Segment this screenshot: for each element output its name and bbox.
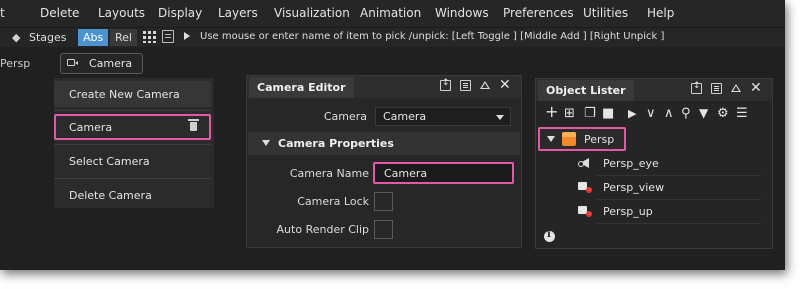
duplicate-icon[interactable]: ❐ — [584, 107, 596, 120]
chevron-down-icon — [496, 115, 504, 120]
camera-dropdown-menu: Create New Camera Camera Select Camera D… — [54, 78, 214, 208]
menu-item-layouts[interactable]: Layouts — [98, 6, 145, 20]
menu-item-utilities[interactable]: Utilities — [583, 6, 628, 20]
create-new-camera-label: Create New Camera — [69, 88, 180, 101]
menu-item-layers[interactable]: Layers — [218, 6, 258, 20]
panel-menu-icon[interactable] — [460, 80, 471, 91]
delete-camera-item[interactable]: Delete Camera — [54, 182, 211, 208]
menu-divider — [54, 144, 211, 145]
camera-target-icon — [578, 181, 593, 193]
cube-icon: ◆ — [12, 31, 21, 44]
panel-menu-icon[interactable] — [711, 83, 722, 94]
object-lister-toolbar: + ⊞ ❐ ■ ▶ ∨ ∧ ⚲ ▼ ⚙ ☰ — [536, 103, 772, 125]
menu-bar: t Delete Layouts Display Layers Visualiz… — [0, 0, 785, 27]
cube-icon — [562, 132, 576, 146]
camera-menu-button[interactable]: Camera — [60, 53, 143, 74]
delete-icon[interactable]: ■ — [602, 107, 614, 120]
chevron-up-icon[interactable]: ∧ — [664, 107, 674, 120]
menu-divider — [54, 110, 211, 111]
trash-icon[interactable] — [188, 119, 199, 131]
viewport-persp-label: Persp — [0, 57, 31, 70]
camera-editor-tab[interactable]: Camera Editor — [249, 77, 354, 98]
object-lister-tab[interactable]: Object Lister — [538, 80, 634, 101]
menu-divider — [54, 178, 211, 179]
resize-vertical-icon[interactable] — [440, 78, 451, 91]
close-icon[interactable]: ✕ — [750, 80, 762, 96]
hamburger-menu-icon[interactable]: ☰ — [736, 107, 748, 120]
camera-select[interactable]: Camera — [375, 107, 511, 126]
tree-item-label: Persp_up — [603, 205, 653, 218]
tree-item-label: Persp — [584, 133, 615, 146]
camera-properties-section-header[interactable]: Camera Properties — [248, 132, 520, 155]
tree-item-label: Persp_view — [603, 181, 665, 194]
menu-item-visualization[interactable]: Visualization — [274, 6, 350, 20]
tree-item-persp-up[interactable]: Persp_up — [536, 200, 761, 224]
object-lister-panel: Object Lister ✕ + ⊞ ❐ ■ ▶ ∨ ∧ ⚲ ▼ ⚙ ☰ Pe… — [535, 78, 773, 249]
auto-render-clip-label: Auto Render Clip — [276, 223, 369, 236]
camera-name-value: Camera — [384, 167, 428, 180]
camera-name-input[interactable]: Camera — [373, 162, 514, 184]
camera-item-label: Camera — [69, 121, 113, 134]
tree-item-persp[interactable]: Persp — [538, 127, 626, 151]
camera-name-label: Camera Name — [289, 167, 369, 180]
gear-icon[interactable]: ⚙ — [717, 107, 729, 120]
tree-item-persp-eye[interactable]: Persp_eye — [536, 152, 761, 176]
camera-lock-checkbox[interactable] — [374, 192, 393, 211]
camera-item[interactable]: Camera — [54, 114, 211, 140]
camera-select-value: Camera — [383, 110, 427, 123]
menu-item-animation[interactable]: Animation — [360, 6, 421, 20]
rel-button[interactable]: Rel — [110, 29, 137, 46]
tree-item-persp-view[interactable]: Persp_view — [536, 176, 761, 200]
menu-item-display[interactable]: Display — [158, 6, 202, 20]
chevron-down-icon[interactable]: ∨ — [646, 107, 656, 120]
panel-header: Object Lister ✕ — [536, 79, 772, 101]
select-camera-label: Select Camera — [69, 155, 150, 168]
camera-menu-button-label: Camera — [89, 57, 133, 70]
row-divider — [596, 223, 761, 224]
video-camera-icon — [67, 59, 78, 66]
menu-item-truncated[interactable]: t — [0, 6, 5, 20]
camera-editor-panel: Camera Editor ✕ Camera Camera Camera Pro… — [246, 75, 522, 248]
stages-label[interactable]: Stages — [29, 31, 67, 44]
search-icon[interactable]: ⚲ — [681, 107, 691, 120]
select-camera-item[interactable]: Select Camera — [54, 148, 211, 174]
menu-item-delete[interactable]: Delete — [40, 6, 79, 20]
camera-field-label: Camera — [323, 110, 367, 123]
expand-arrow-icon[interactable] — [547, 136, 555, 142]
panel-header: Camera Editor ✕ — [247, 76, 521, 98]
menu-item-windows[interactable]: Windows — [435, 6, 489, 20]
abs-button[interactable]: Abs — [78, 29, 109, 46]
play-icon[interactable] — [184, 32, 190, 40]
resize-vertical-icon[interactable] — [691, 81, 702, 94]
play-icon[interactable]: ▶ — [628, 107, 636, 120]
application-window: t Delete Layouts Display Layers Visualiz… — [0, 0, 785, 270]
add-icon[interactable]: + — [545, 104, 558, 120]
list-icon[interactable] — [162, 30, 174, 43]
selection-toolbar: ◆ Stages Abs Rel Use mouse or enter name… — [0, 27, 785, 47]
pick-hint-text: Use mouse or enter name of item to pick … — [200, 31, 665, 42]
delete-camera-label: Delete Camera — [69, 189, 152, 202]
collapse-triangle-icon[interactable] — [731, 84, 741, 92]
menu-item-preferences[interactable]: Preferences — [503, 6, 574, 20]
filter-icon[interactable]: ▼ — [699, 107, 708, 120]
section-title: Camera Properties — [278, 137, 394, 150]
eye-cone-icon — [578, 158, 592, 168]
camera-target-icon — [578, 205, 593, 217]
auto-render-clip-checkbox[interactable] — [374, 220, 393, 239]
add-group-icon[interactable]: ⊞ — [564, 107, 575, 120]
close-icon[interactable]: ✕ — [499, 77, 511, 93]
collapse-triangle-icon[interactable] — [480, 81, 490, 89]
info-icon[interactable] — [544, 229, 555, 242]
menu-item-help[interactable]: Help — [647, 6, 674, 20]
expand-arrow-icon — [262, 140, 270, 146]
grid-icon[interactable] — [142, 29, 157, 44]
tree-item-label: Persp_eye — [603, 157, 659, 170]
camera-lock-label: Camera Lock — [297, 195, 369, 208]
create-new-camera-item[interactable]: Create New Camera — [54, 81, 211, 107]
